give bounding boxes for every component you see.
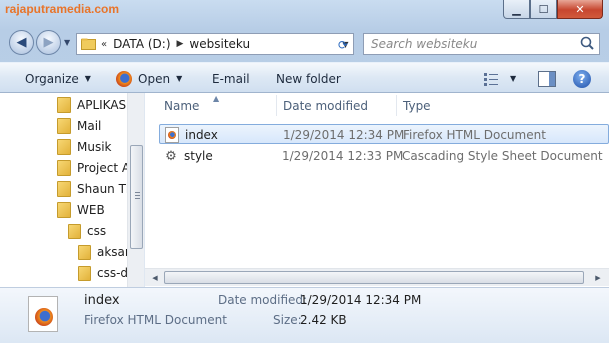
tree-item-aksan[interactable]: aksan bbox=[78, 242, 133, 262]
search-icon[interactable] bbox=[577, 34, 599, 54]
folder-icon bbox=[81, 38, 96, 50]
chevron-down-icon: ▼ bbox=[84, 74, 91, 83]
details-pane: index Firefox HTML Document Date modifie… bbox=[0, 287, 609, 343]
forward-button[interactable]: ▶ bbox=[36, 30, 61, 55]
horizontal-scrollbar[interactable]: ◀ ▶ bbox=[145, 268, 609, 286]
chevron-right-icon[interactable]: ▶ bbox=[177, 39, 184, 49]
search-box[interactable] bbox=[363, 33, 600, 55]
folder-icon bbox=[57, 160, 71, 176]
chevron-down-icon: ▼ bbox=[176, 74, 183, 83]
tree-item-web[interactable]: WEB bbox=[57, 200, 105, 220]
details-date-label: Date modified: bbox=[218, 293, 308, 307]
watermark: rajaputramedia.com bbox=[5, 2, 120, 16]
tree-item-aplikasi[interactable]: APLIKASI bbox=[57, 95, 130, 115]
file-row-index[interactable]: index 1/29/2014 12:34 PM Firefox HTML Do… bbox=[159, 124, 609, 144]
command-bar: Organize ▼ Open ▼ E-mail New folder ▼ ? bbox=[0, 62, 609, 93]
refresh-icon[interactable]: ⟳ bbox=[334, 36, 352, 53]
help-button[interactable]: ? bbox=[573, 63, 591, 94]
details-date-value: 1/29/2014 12:34 PM bbox=[300, 293, 422, 307]
scroll-right-icon[interactable]: ▶ bbox=[591, 271, 605, 284]
recent-pages-dropdown[interactable]: ▼ bbox=[64, 38, 70, 47]
close-button[interactable]: ✕ bbox=[557, 0, 603, 19]
column-name[interactable]: Name bbox=[164, 93, 199, 118]
folder-icon bbox=[57, 181, 71, 197]
firefox-file-large-icon bbox=[28, 296, 58, 332]
back-button[interactable]: ◀ bbox=[9, 30, 34, 55]
address-bar[interactable]: « DATA (D:) ▶ websiteku ▼ bbox=[76, 33, 354, 55]
sort-arrow-icon: ▲ bbox=[213, 94, 220, 103]
tree-item-musik[interactable]: Musik bbox=[57, 137, 112, 157]
breadcrumb-drive[interactable]: DATA (D:) ▶ bbox=[113, 37, 183, 51]
breadcrumb-folder[interactable]: websiteku bbox=[189, 37, 250, 51]
open-button[interactable]: Open ▼ bbox=[116, 63, 182, 94]
css-file-icon: ⚙ bbox=[165, 148, 177, 164]
folder-icon bbox=[78, 244, 91, 260]
minimize-button[interactable]: ▁ bbox=[503, 0, 530, 19]
details-file-name: index bbox=[84, 293, 120, 308]
details-file-type: Firefox HTML Document bbox=[84, 313, 227, 327]
back-arrow-icon: ◀ bbox=[16, 35, 27, 50]
file-list: ▲ Name Date modified Type index 1/29/201… bbox=[145, 93, 609, 287]
new-folder-button[interactable]: New folder bbox=[276, 63, 341, 94]
nav-scrollbar-thumb[interactable] bbox=[130, 145, 143, 249]
tree-item-project[interactable]: Project A bbox=[57, 158, 130, 178]
explorer-window: rajaputramedia.com ⠀ ▁ ☐ ✕ ◀ ▶ ▼ « DATA … bbox=[0, 0, 609, 343]
navigation-buttons: ◀ ▶ ▼ bbox=[9, 30, 70, 55]
column-date-modified[interactable]: Date modified bbox=[283, 93, 368, 118]
preview-pane-button[interactable] bbox=[538, 63, 556, 94]
help-icon: ? bbox=[573, 69, 591, 88]
folder-icon bbox=[57, 97, 71, 113]
tree-item-mail[interactable]: Mail bbox=[57, 116, 101, 136]
change-view-button[interactable]: ▼ bbox=[483, 63, 516, 94]
search-input[interactable] bbox=[364, 37, 577, 51]
firefox-file-icon bbox=[165, 127, 179, 143]
folder-icon bbox=[68, 223, 81, 239]
address-overflow[interactable]: « bbox=[101, 39, 107, 50]
scroll-left-icon[interactable]: ◀ bbox=[148, 271, 162, 284]
organize-button[interactable]: Organize ▼ bbox=[25, 63, 91, 94]
forward-arrow-icon: ▶ bbox=[43, 35, 54, 50]
maximize-button[interactable]: ☐ bbox=[530, 0, 557, 19]
details-size-value: 2.42 KB bbox=[300, 313, 347, 327]
tree-item-css[interactable]: css bbox=[68, 221, 106, 241]
file-row-style[interactable]: ⚙ style 1/29/2014 12:33 PM Cascading Sty… bbox=[159, 146, 609, 166]
details-size-label: Size: bbox=[273, 313, 302, 327]
preview-pane-icon bbox=[538, 70, 556, 87]
column-type[interactable]: Type bbox=[403, 93, 431, 118]
window-controls: ▁ ☐ ✕ bbox=[503, 0, 603, 19]
folder-icon bbox=[57, 118, 71, 134]
blurred-background-text: ⠀ bbox=[160, 7, 169, 20]
navigation-pane: APLIKASI Mail Musik Project A Shaun Th W… bbox=[0, 93, 145, 287]
tree-item-css-d[interactable]: css-d bbox=[78, 263, 128, 283]
folder-icon bbox=[57, 139, 71, 155]
folder-icon bbox=[78, 265, 91, 281]
details-view-icon bbox=[484, 72, 498, 86]
horizontal-scrollbar-thumb[interactable] bbox=[164, 271, 584, 284]
firefox-icon bbox=[116, 70, 132, 87]
nav-scrollbar[interactable] bbox=[127, 93, 144, 287]
email-button[interactable]: E-mail bbox=[212, 63, 250, 94]
tree-item-shaun[interactable]: Shaun Th bbox=[57, 179, 134, 199]
chevron-down-icon[interactable]: ▼ bbox=[510, 74, 516, 83]
folder-icon bbox=[57, 202, 71, 218]
